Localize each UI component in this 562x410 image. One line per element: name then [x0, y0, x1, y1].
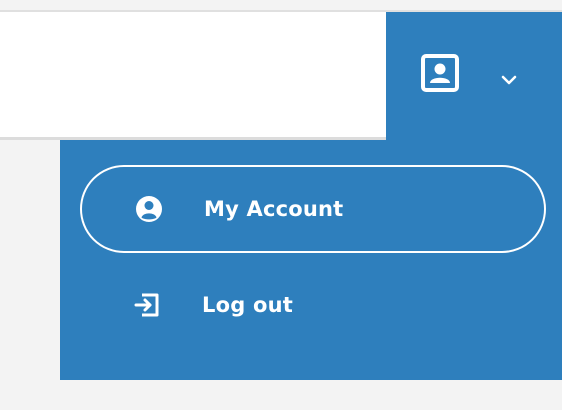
- logout-icon: [132, 290, 162, 320]
- page-top-edge: [0, 0, 562, 12]
- my-account-label: My Account: [204, 197, 344, 221]
- user-portrait-icon: [420, 53, 460, 93]
- user-menu-toggle[interactable]: [386, 12, 562, 140]
- logout-label: Log out: [202, 293, 293, 317]
- user-dropdown-menu: My Account Log out: [60, 140, 562, 380]
- chevron-down-icon: [500, 71, 518, 85]
- user-circle-icon: [134, 194, 164, 224]
- header-bar: [0, 12, 386, 140]
- logout-menu-item[interactable]: Log out: [80, 265, 546, 345]
- my-account-menu-item[interactable]: My Account: [80, 165, 546, 253]
